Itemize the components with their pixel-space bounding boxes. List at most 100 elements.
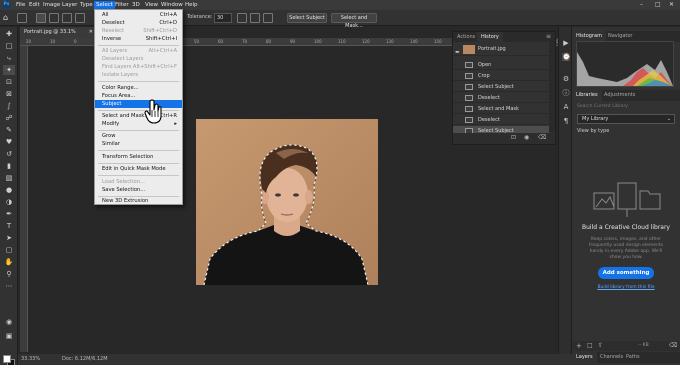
menu-item-isolate-layers[interactable]: Isolate Layers bbox=[95, 71, 182, 79]
history-step[interactable]: Deselect bbox=[453, 93, 549, 103]
menu-item-subject[interactable]: Subject bbox=[95, 100, 182, 108]
menu-type[interactable]: Type bbox=[78, 1, 95, 9]
history-step[interactable]: Crop bbox=[453, 71, 549, 81]
clone-stamp-tool-icon[interactable]: ♥ bbox=[3, 137, 15, 147]
menu-item-similar[interactable]: Similar bbox=[95, 140, 182, 148]
zoom-level[interactable]: 33.33% bbox=[21, 356, 40, 362]
hand-tool-icon[interactable]: ✋ bbox=[3, 257, 15, 267]
frame-tool-icon[interactable]: ⊠ bbox=[3, 89, 15, 99]
add-something-button[interactable]: Add something bbox=[598, 267, 654, 279]
menu-item-modify[interactable]: Modify ▸ bbox=[95, 120, 182, 128]
new-document-from-state-icon[interactable]: ⊡ bbox=[511, 134, 516, 141]
library-selector[interactable]: My Library ⌄ bbox=[577, 114, 675, 124]
menu-item-select-and-mask[interactable]: Select and Mask... Alt+Ctrl+R bbox=[95, 112, 182, 120]
folder-icon[interactable]: □ bbox=[587, 342, 593, 349]
magic-wand-tool-icon[interactable]: ✦ bbox=[3, 65, 15, 75]
build-library-link[interactable]: Build library from this file bbox=[572, 285, 680, 290]
menu-item-grow[interactable]: Grow bbox=[95, 132, 182, 140]
history-scrollbar[interactable] bbox=[549, 42, 555, 132]
menu-item-new-3d-extrusion[interactable]: New 3D Extrusion bbox=[95, 197, 182, 205]
edit-toolbar-icon[interactable]: ⋯ bbox=[3, 281, 15, 291]
intersect-selection-icon[interactable] bbox=[75, 13, 85, 23]
lasso-tool-icon[interactable]: ⤷ bbox=[3, 53, 15, 63]
menu-edit[interactable]: Edit bbox=[27, 1, 42, 9]
menu-layer[interactable]: Layer bbox=[60, 1, 79, 9]
menu-item-reselect[interactable]: Reselect Shift+Ctrl+D bbox=[95, 27, 182, 35]
view-by-dropdown[interactable]: View by type bbox=[577, 128, 609, 134]
upload-icon[interactable]: ⇧ bbox=[598, 342, 603, 349]
menu-item-all-layers[interactable]: All Layers Alt+Ctrl+A bbox=[95, 47, 182, 55]
path-selection-tool-icon[interactable]: ➤ bbox=[3, 233, 15, 243]
photoshop-logo[interactable]: Ps bbox=[2, 1, 11, 9]
crop-tool-icon[interactable]: ⊡ bbox=[3, 77, 15, 87]
paragraph-icon[interactable]: ¶ bbox=[562, 117, 570, 125]
trash-icon[interactable]: ⌫ bbox=[538, 134, 546, 141]
portrait-photo[interactable] bbox=[196, 119, 378, 285]
trash-icon[interactable]: ⌫ bbox=[669, 342, 677, 349]
type-tool-icon[interactable]: T bbox=[3, 221, 15, 231]
close-document-icon[interactable]: ✕ bbox=[89, 27, 93, 38]
menu-item-deselect-layers[interactable]: Deselect Layers bbox=[95, 55, 182, 63]
properties-icon[interactable]: ⚙ bbox=[562, 75, 570, 83]
tab-paths[interactable]: Paths bbox=[622, 352, 644, 363]
maximize-icon[interactable]: □ bbox=[655, 1, 661, 9]
panel-menu-icon[interactable]: ≡ bbox=[546, 33, 551, 40]
menu-item-all[interactable]: All Ctrl+A bbox=[95, 11, 182, 19]
tab-actions[interactable]: Actions bbox=[453, 32, 479, 42]
menu-item-deselect[interactable]: Deselect Ctrl+D bbox=[95, 19, 182, 27]
close-icon[interactable]: ✕ bbox=[669, 1, 674, 9]
history-snapshot[interactable]: ✒ Portrait.jpg bbox=[453, 43, 549, 56]
quick-mask-icon[interactable]: ◉ bbox=[3, 317, 15, 327]
menu-item-transform-selection[interactable]: Transform Selection bbox=[95, 153, 182, 161]
sample-all-layers-checkbox[interactable] bbox=[263, 13, 273, 23]
menu-file[interactable]: File bbox=[14, 1, 27, 9]
menu-item-find-layers[interactable]: Find Layers Alt+Shift+Ctrl+F bbox=[95, 63, 182, 71]
history-step[interactable]: Deselect bbox=[453, 115, 549, 125]
history-brush-tool-icon[interactable]: ↺ bbox=[3, 149, 15, 159]
menu-item-inverse[interactable]: Inverse Shift+Ctrl+I bbox=[95, 35, 182, 43]
blur-tool-icon[interactable]: ● bbox=[3, 185, 15, 195]
foreground-color-swatch[interactable] bbox=[3, 355, 11, 363]
healing-brush-tool-icon[interactable]: ☍ bbox=[3, 113, 15, 123]
menu-view[interactable]: View bbox=[143, 1, 160, 9]
home-icon[interactable]: ⌂ bbox=[3, 13, 13, 23]
menu-select[interactable]: Select bbox=[94, 1, 115, 9]
menu-3d[interactable]: 3D bbox=[130, 1, 142, 9]
menu-item-save-selection[interactable]: Save Selection... bbox=[95, 186, 182, 194]
tab-adjustments[interactable]: Adjustments bbox=[600, 90, 639, 101]
character-icon[interactable]: A bbox=[562, 103, 570, 111]
eyedropper-tool-icon[interactable]: ∫ bbox=[3, 101, 15, 111]
dodge-tool-icon[interactable]: ◑ bbox=[3, 197, 15, 207]
pen-tool-icon[interactable]: ✒ bbox=[3, 209, 15, 219]
library-search-input[interactable]: Search Current Library bbox=[577, 104, 675, 112]
tab-libraries[interactable]: Libraries bbox=[572, 90, 602, 101]
anti-alias-checkbox[interactable] bbox=[237, 13, 247, 23]
history-step[interactable]: Select Subject bbox=[453, 82, 549, 92]
menu-item-focus-area[interactable]: Focus Area... bbox=[95, 92, 182, 100]
add-selection-icon[interactable] bbox=[49, 13, 59, 23]
select-and-mask-button[interactable]: Select and Mask... bbox=[331, 13, 377, 29]
screen-mode-icon[interactable]: ▣ bbox=[3, 331, 15, 341]
history-step[interactable]: Select and Mask bbox=[453, 104, 549, 114]
eraser-tool-icon[interactable]: ▮ bbox=[3, 161, 15, 171]
play-action-icon[interactable]: ▶ bbox=[562, 39, 570, 47]
select-subject-button[interactable]: Select Subject bbox=[287, 13, 327, 23]
marquee-tool-icon[interactable]: □ bbox=[3, 41, 15, 51]
menu-filter[interactable]: Filter bbox=[113, 1, 131, 9]
history-step[interactable]: Open bbox=[453, 60, 549, 70]
tool-preset-icon[interactable] bbox=[17, 13, 27, 23]
minimize-icon[interactable]: – bbox=[640, 1, 643, 9]
add-icon[interactable]: + bbox=[576, 342, 582, 350]
menu-help[interactable]: Help bbox=[183, 1, 200, 9]
tolerance-field[interactable]: 30 bbox=[214, 13, 232, 23]
info-icon[interactable]: ⓘ bbox=[562, 89, 570, 97]
menu-window[interactable]: Window bbox=[159, 1, 185, 9]
camera-icon[interactable]: ◉ bbox=[524, 134, 529, 141]
contiguous-checkbox[interactable] bbox=[250, 13, 260, 23]
history-icon[interactable]: ⌚ bbox=[562, 53, 571, 61]
document-tab[interactable]: Portrait.jpg @ 33.1% (RGB/8) * ✕ bbox=[20, 27, 96, 46]
new-selection-icon[interactable] bbox=[36, 13, 46, 23]
zoom-tool-icon[interactable]: ⚲ bbox=[3, 269, 15, 279]
move-tool-icon[interactable]: ✚ bbox=[3, 29, 15, 39]
history-brush-source-icon[interactable]: ✒ bbox=[455, 46, 460, 59]
